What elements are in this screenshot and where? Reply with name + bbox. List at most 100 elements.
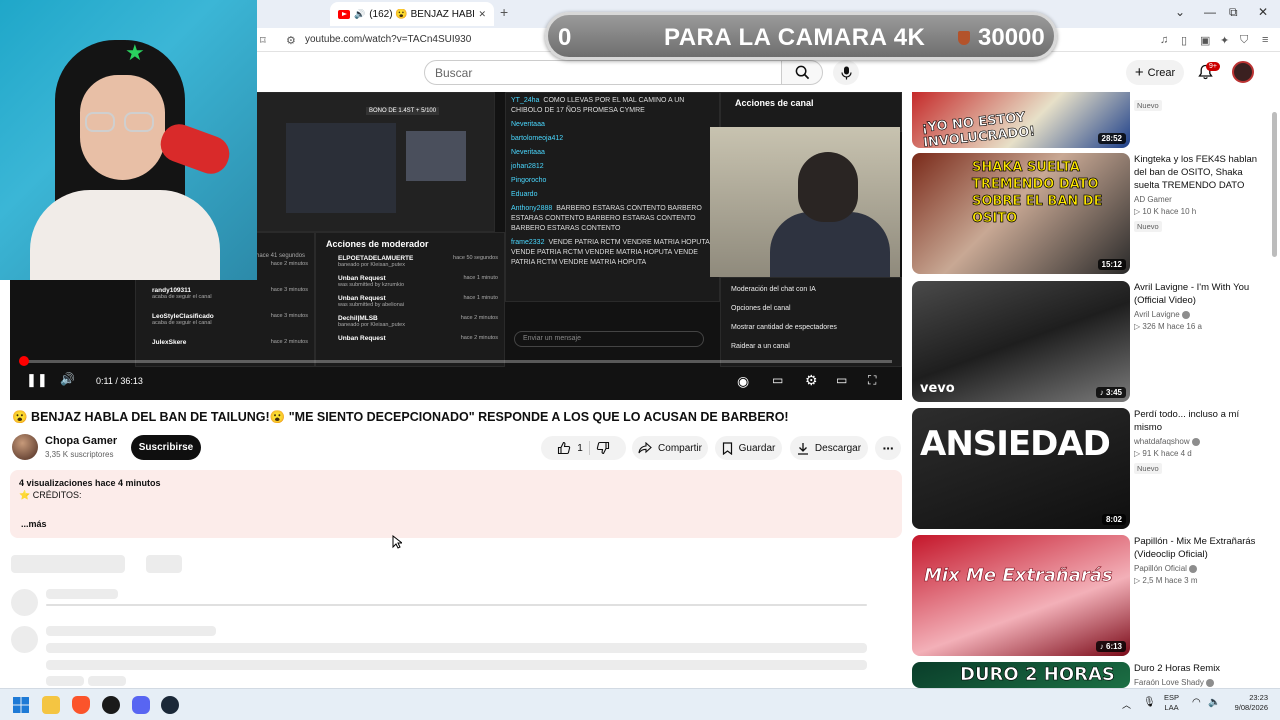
- url-field[interactable]: youtube.com/watch?v=TACn4SUI930: [305, 34, 471, 45]
- save-button[interactable]: Guardar: [715, 436, 782, 460]
- channel-name[interactable]: Avril Lavigne: [1134, 310, 1180, 319]
- recommendation-channel[interactable]: AD Gamer: [1134, 195, 1264, 204]
- speaker-icon[interactable]: 🔊: [354, 9, 365, 20]
- wallet-icon[interactable]: ▣: [1200, 34, 1210, 47]
- stream-top-banner: BONO DE 1.4ST + 5/100: [366, 107, 440, 115]
- tray-mic-icon[interactable]: 🎙: [1143, 697, 1156, 708]
- mouse-cursor-icon: [392, 535, 402, 549]
- search-button[interactable]: [781, 60, 823, 85]
- more-actions-button[interactable]: ···: [875, 436, 901, 460]
- recommendation-thumbnail[interactable]: ANSIEDAD 8:02: [912, 408, 1130, 529]
- chat-username: Pingorocho: [511, 177, 547, 184]
- create-button[interactable]: + Crear: [1126, 60, 1184, 85]
- browser-tab[interactable]: 🔊 (162) 😮 BENJAZ HABLA DEL ✕: [330, 2, 494, 26]
- thumbs-down-icon: [596, 441, 609, 455]
- recommendation-title[interactable]: Kingteka y los FEK4S hablan del ban de O…: [1134, 153, 1264, 192]
- channel-action-item: Moderación del chat con IA: [731, 286, 816, 293]
- recommendation-title[interactable]: Perdí todo... incluso a mí mismo: [1134, 408, 1264, 434]
- recommendation-meta[interactable]: Papillón - Mix Me Extrañarás (Videoclip …: [1134, 535, 1264, 585]
- recommendation-channel[interactable]: Avril Lavigne: [1134, 310, 1264, 319]
- subtitles-icon[interactable]: ▭: [772, 373, 783, 387]
- webcam-body: [30, 190, 220, 280]
- steam-icon[interactable]: [161, 696, 179, 714]
- voice-search-button[interactable]: [833, 60, 859, 85]
- channel-name[interactable]: AD Gamer: [1134, 195, 1172, 204]
- recommendation-meta[interactable]: Perdí todo... incluso a mí mismo whatdafa…: [1134, 408, 1264, 476]
- moderator-actions-title: Acciones de moderador: [326, 239, 429, 249]
- discord-icon[interactable]: [132, 696, 150, 714]
- notification-count-badge: 9+: [1206, 62, 1220, 71]
- description-box[interactable]: 4 visualizaciones hace 4 minutos ⭐ CRÉDI…: [10, 470, 902, 538]
- recommendation-channel[interactable]: Papillón Oficial: [1134, 564, 1264, 573]
- shield-icon[interactable]: ⛉: [1240, 34, 1248, 47]
- recommendation-title[interactable]: Avril Lavigne - I'm With You (Official V…: [1134, 281, 1264, 307]
- skeleton-line: [46, 660, 867, 670]
- duration-badge: ♪ 3:45: [1095, 387, 1126, 398]
- channel-name[interactable]: Faraón Love Shady: [1134, 678, 1204, 687]
- recommendation-meta[interactable]: Avril Lavigne - I'm With You (Official V…: [1134, 281, 1264, 331]
- language-indicator[interactable]: ESP LAA: [1164, 693, 1179, 713]
- goal-target-value: 30000: [978, 24, 1045, 51]
- recommendation-channel[interactable]: Faraón Love Shady: [1134, 678, 1264, 687]
- subscribe-button[interactable]: Suscribirse: [131, 435, 201, 460]
- recommendation-thumbnail[interactable]: SHAKA SUELTA TREMENDO DATO SOBRE EL BAN …: [912, 153, 1130, 274]
- recommendation-thumbnail[interactable]: DURO 2 HORAS: [912, 662, 1130, 688]
- recommendation-meta[interactable]: Kingteka y los FEK4S hablan del ban de O…: [1134, 153, 1264, 234]
- channel-name[interactable]: Papillón Oficial: [1134, 564, 1187, 573]
- download-button[interactable]: Descargar: [790, 436, 868, 460]
- close-tab-icon[interactable]: ✕: [478, 9, 486, 20]
- music-icon[interactable]: ♫: [1160, 34, 1168, 46]
- close-window-button[interactable]: ✕: [1258, 5, 1268, 19]
- autoplay-toggle-icon[interactable]: ◉: [737, 373, 749, 390]
- maximize-button[interactable]: ⧉: [1229, 5, 1238, 20]
- recommendation-title[interactable]: Duro 2 Horas Remix: [1134, 662, 1264, 675]
- channel-avatar[interactable]: [12, 434, 38, 460]
- wifi-icon[interactable]: ◠: [1192, 697, 1201, 708]
- ai-icon[interactable]: ✦: [1220, 34, 1229, 47]
- pause-icon[interactable]: ❚❚: [26, 372, 48, 388]
- minimize-button[interactable]: —: [1204, 5, 1216, 19]
- youtube-favicon-icon: [338, 9, 350, 19]
- bookmark-icon[interactable]: ⌑: [260, 34, 266, 47]
- skeleton-avatar: [11, 589, 38, 616]
- sidebar-icon[interactable]: ▯: [1181, 34, 1187, 47]
- follower-time: hace 3 minutos: [270, 313, 308, 319]
- account-avatar[interactable]: [1232, 61, 1254, 83]
- obs-studio-icon[interactable]: [102, 696, 120, 714]
- brave-browser-icon[interactable]: [72, 696, 90, 714]
- recommendation-thumbnail[interactable]: Mix Me Extrañarás ♪ 6:13: [912, 535, 1130, 656]
- like-button[interactable]: 1: [557, 441, 583, 455]
- recommendation-thumbnail[interactable]: vevo ♪ 3:45: [912, 281, 1130, 402]
- windows-start-icon[interactable]: [12, 696, 30, 714]
- recommendation-meta[interactable]: Duro 2 Horas Remix Faraón Love Shady: [1134, 662, 1264, 687]
- channel-name[interactable]: Chopa Gamer: [45, 435, 117, 447]
- dislike-button[interactable]: [596, 441, 610, 455]
- chat-message: YT_24ha COMO LLEVAS POR EL MAL CAMINO A U…: [511, 96, 714, 116]
- recommendation-meta[interactable]: Nuevo: [1134, 95, 1264, 113]
- settings-gear-icon[interactable]: ⚙: [805, 372, 818, 389]
- show-more-link[interactable]: ...más: [21, 519, 47, 529]
- page-scrollbar[interactable]: [1272, 112, 1277, 257]
- goal-current-value: 0: [558, 24, 572, 51]
- recommendation-title[interactable]: Papillón - Mix Me Extrañarás (Videoclip …: [1134, 535, 1264, 561]
- system-clock[interactable]: 23:23 9/08/2026: [1228, 693, 1268, 713]
- scrubber-handle[interactable]: [19, 356, 30, 366]
- recommendation-channel[interactable]: whatdafaqshow: [1134, 437, 1264, 446]
- channel-name[interactable]: whatdafaqshow: [1134, 437, 1190, 446]
- file-explorer-icon[interactable]: [42, 696, 60, 714]
- site-info-icon[interactable]: ⚙: [286, 34, 296, 47]
- new-tab-button[interactable]: +: [500, 4, 508, 20]
- tray-overflow-icon[interactable]: ︿: [1122, 698, 1131, 711]
- theater-mode-icon[interactable]: ▭: [836, 373, 847, 387]
- progress-bar[interactable]: [19, 356, 892, 366]
- windows-taskbar: ︿ 🎙 ESP LAA ◠ 🔈 23:23 9/08/2026: [0, 688, 1280, 720]
- recommendation-thumbnail[interactable]: ¡YO NO ESTOY INVOLUCRADO! 28:52: [912, 92, 1130, 148]
- fullscreen-icon[interactable]: ⛶: [868, 373, 876, 388]
- volume-tray-icon[interactable]: 🔈: [1208, 697, 1220, 708]
- volume-icon[interactable]: 🔊: [60, 372, 75, 386]
- moderator-row: Unban Request hace 2 minutos: [316, 335, 504, 355]
- search-input[interactable]: Buscar: [424, 60, 782, 85]
- tab-list-icon[interactable]: ⌄: [1175, 5, 1185, 19]
- share-button[interactable]: Compartir: [632, 436, 708, 460]
- menu-icon[interactable]: ≡: [1262, 34, 1268, 46]
